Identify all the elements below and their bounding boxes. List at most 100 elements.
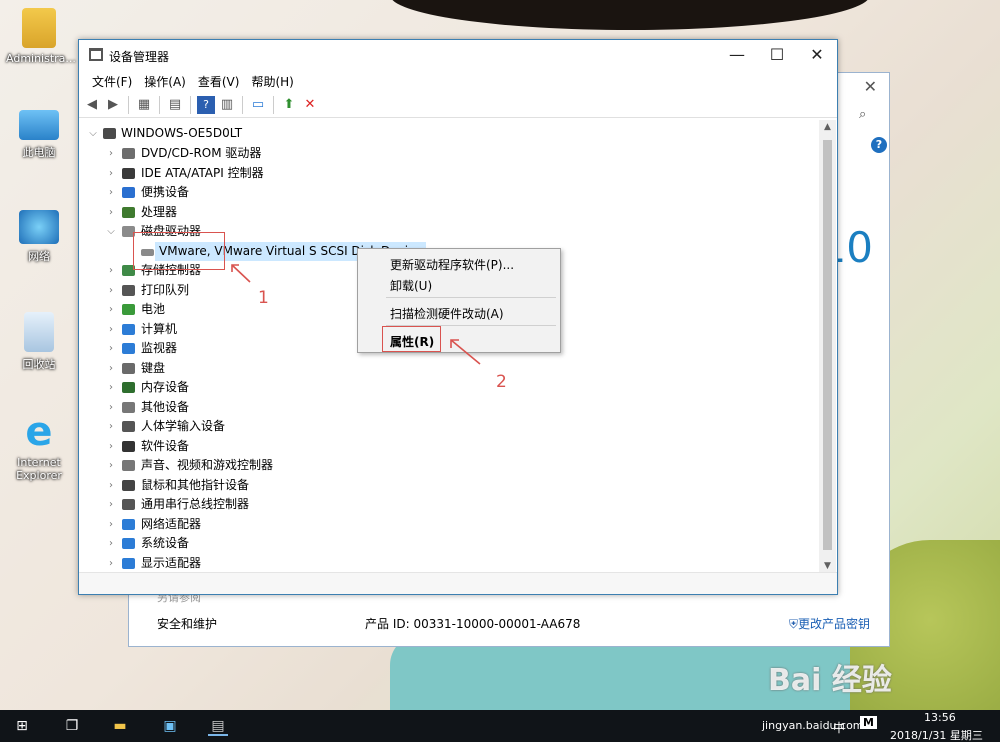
- annotation-label-1: 1: [258, 288, 269, 308]
- chevron-right-icon[interactable]: ›: [105, 554, 117, 573]
- close-button[interactable]: ✕: [797, 40, 837, 70]
- minimize-button[interactable]: —: [717, 40, 757, 70]
- chevron-right-icon[interactable]: ›: [105, 203, 117, 222]
- chevron-right-icon[interactable]: ›: [105, 339, 117, 358]
- search-icon[interactable]: ⌕: [859, 107, 879, 127]
- maximize-button[interactable]: ☐: [757, 40, 797, 70]
- scan-hardware-icon[interactable]: ▭: [249, 96, 267, 114]
- tree-category-label: IDE ATA/ATAPI 控制器: [141, 165, 264, 180]
- menu-item-update-driver[interactable]: 更新驱动程序软件(P)...: [390, 256, 514, 273]
- clock-time[interactable]: 13:56: [924, 711, 956, 724]
- tree-category-label: 网络适配器: [141, 516, 202, 531]
- chevron-right-icon[interactable]: ›: [105, 437, 117, 456]
- view-icon[interactable]: ▥: [218, 96, 236, 114]
- chevron-down-icon[interactable]: ⌵: [87, 124, 99, 143]
- device-category-icon: [122, 421, 135, 432]
- computer-icon: [19, 110, 59, 140]
- device-category-icon: [122, 284, 135, 296]
- ime-indicator[interactable]: 中: [833, 719, 845, 736]
- wallpaper-hair: [390, 0, 870, 30]
- chevron-right-icon[interactable]: ›: [105, 534, 117, 553]
- desktop-icon-label: Internet Explorer: [16, 456, 62, 482]
- annotation-box-disk-device: [133, 232, 225, 270]
- menu-file[interactable]: 文件(F): [87, 70, 137, 92]
- tree-category-label: DVD/CD-ROM 驱动器: [141, 146, 262, 160]
- annotation-label-2: 2: [496, 372, 507, 392]
- device-manager-taskbar-icon[interactable]: ▤: [208, 716, 228, 736]
- file-explorer-icon[interactable]: ▬: [110, 716, 130, 736]
- desktop-icon-label: 回收站: [22, 358, 56, 371]
- forward-arrow-icon[interactable]: ▶: [104, 96, 122, 114]
- chevron-right-icon[interactable]: ›: [105, 261, 117, 280]
- menu-item-uninstall[interactable]: 卸载(U): [390, 277, 432, 294]
- scroll-up-icon[interactable]: ▲: [819, 122, 836, 132]
- toolbar-separator: [190, 95, 191, 114]
- annotation-box-properties: [382, 326, 441, 352]
- toolbar-separator: [242, 95, 243, 114]
- uninstall-icon[interactable]: ✕: [301, 96, 319, 114]
- change-product-key-link[interactable]: ⛨更改产品密钥: [789, 615, 870, 632]
- device-category-icon: [122, 499, 135, 510]
- chevron-right-icon[interactable]: ›: [105, 417, 117, 436]
- server-manager-icon[interactable]: ▣: [160, 716, 180, 736]
- chevron-right-icon[interactable]: ›: [105, 515, 117, 534]
- chevron-right-icon[interactable]: ›: [105, 476, 117, 495]
- task-view-icon[interactable]: ❐: [62, 716, 82, 736]
- tray-url-text: jingyan.baidu.com: [762, 719, 864, 732]
- tree-category-label: 通用串行总线控制器: [141, 497, 250, 511]
- security-maintenance-link[interactable]: 安全和维护: [157, 615, 217, 632]
- chevron-right-icon[interactable]: ›: [105, 456, 117, 475]
- chevron-right-icon[interactable]: ›: [105, 281, 117, 300]
- chevron-right-icon[interactable]: ›: [105, 300, 117, 319]
- device-category-icon: [122, 557, 135, 569]
- menu-view[interactable]: 查看(V): [193, 70, 245, 92]
- desktop-icon-recycle-bin[interactable]: 回收站: [6, 312, 72, 372]
- update-driver-icon[interactable]: ⬆: [280, 96, 298, 114]
- chevron-right-icon[interactable]: ›: [105, 144, 117, 163]
- desktop-icon-administrator[interactable]: Administra...: [6, 8, 76, 65]
- device-category-icon: [122, 206, 135, 218]
- scroll-down-icon[interactable]: ▼: [819, 561, 836, 571]
- tree-category-label: 键盘: [141, 360, 166, 375]
- toolbar-separator: [273, 95, 274, 114]
- device-category-icon: [122, 538, 135, 549]
- properties-icon[interactable]: ▤: [166, 96, 184, 114]
- desktop-icon-label: 此电脑: [22, 146, 56, 159]
- vertical-scrollbar[interactable]: ▲ ▼: [819, 120, 836, 573]
- help-icon[interactable]: ?: [197, 95, 215, 114]
- device-category-icon: [122, 460, 135, 471]
- tree-category-label: 显示适配器: [141, 555, 202, 570]
- chevron-down-icon[interactable]: ⌵: [105, 222, 117, 241]
- tree-category-label: 处理器: [141, 204, 178, 219]
- user-folder-icon: [22, 8, 56, 48]
- recycle-bin-icon: [24, 312, 54, 352]
- chevron-right-icon[interactable]: ›: [105, 164, 117, 183]
- show-hide-console-tree-icon[interactable]: ▦: [135, 96, 153, 114]
- clock-date[interactable]: 2018/1/31 星期三: [890, 727, 983, 742]
- desktop-icon-network[interactable]: 网络: [6, 210, 72, 264]
- chevron-right-icon[interactable]: ›: [105, 359, 117, 378]
- chevron-right-icon[interactable]: ›: [105, 183, 117, 202]
- device-manager-icon: [89, 48, 103, 61]
- change-key-label: 更改产品密钥: [798, 617, 871, 631]
- scroll-thumb[interactable]: [823, 140, 832, 550]
- chevron-right-icon[interactable]: ›: [105, 398, 117, 417]
- menu-help[interactable]: 帮助(H): [246, 70, 298, 92]
- back-arrow-icon[interactable]: ◀: [83, 96, 101, 114]
- toolbar-separator: [128, 95, 129, 114]
- chevron-right-icon[interactable]: ›: [105, 378, 117, 397]
- menu-action[interactable]: 操作(A): [139, 70, 191, 92]
- start-button[interactable]: ⊞: [12, 716, 32, 736]
- chevron-right-icon[interactable]: ›: [105, 495, 117, 514]
- device-category-icon: [122, 187, 135, 198]
- menu-item-scan-hardware[interactable]: 扫描检测硬件改动(A): [390, 305, 504, 322]
- ime-mode-icon[interactable]: M: [860, 716, 877, 729]
- internet-explorer-icon: e: [25, 409, 53, 455]
- desktop-icon-this-pc[interactable]: 此电脑: [6, 110, 72, 160]
- desktop-icon-internet-explorer[interactable]: e Internet Explorer: [6, 412, 72, 482]
- close-icon[interactable]: ✕: [864, 77, 877, 96]
- title-bar[interactable]: 设备管理器 — ☐ ✕: [79, 40, 837, 70]
- help-icon[interactable]: ?: [871, 137, 887, 153]
- desktop-icon-label: 网络: [28, 250, 50, 263]
- chevron-right-icon[interactable]: ›: [105, 320, 117, 339]
